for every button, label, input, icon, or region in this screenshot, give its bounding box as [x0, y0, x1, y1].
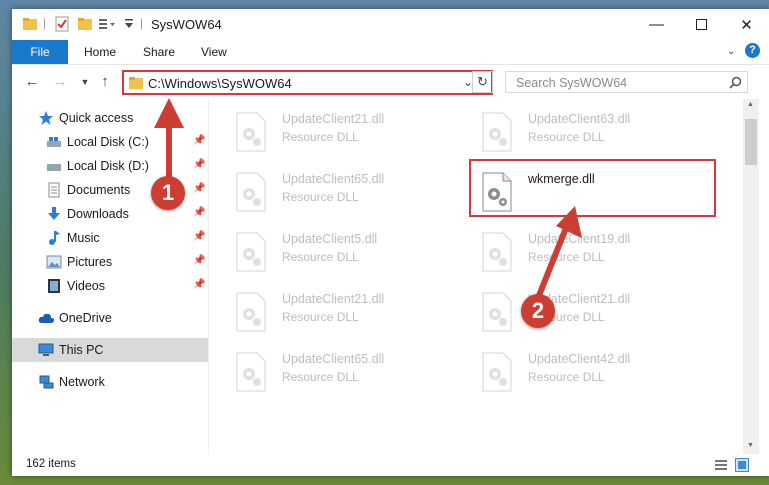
arrow-head-1: [154, 98, 184, 128]
callout-arrow-2: [535, 226, 569, 300]
callout-badge-2: 2: [521, 294, 555, 328]
arrow-head-2: [556, 206, 582, 238]
annotation-arrows: [154, 98, 582, 300]
callout-badge-1: 1: [151, 176, 185, 210]
